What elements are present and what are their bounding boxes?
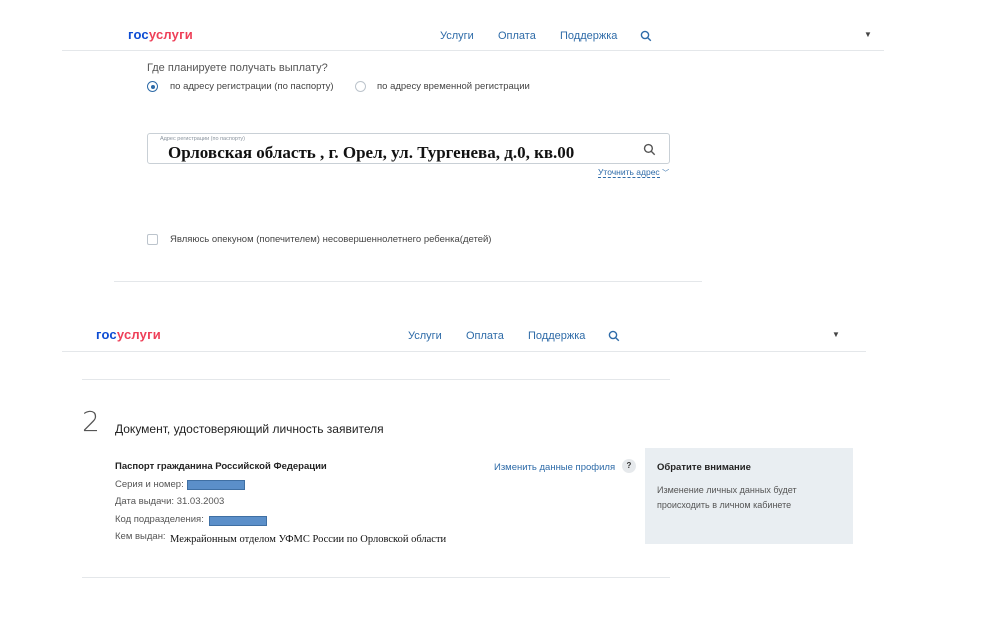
section-title: Документ, удостоверяющий личность заявит… — [115, 422, 384, 436]
notice-title: Обратите внимание — [657, 462, 751, 473]
issued-by-label: Кем выдан: — [115, 531, 166, 542]
gosuslugi-logo[interactable]: госуслуги — [96, 327, 161, 342]
nav-payment[interactable]: Оплата — [498, 30, 536, 42]
series-label: Серия и номер: — [115, 479, 184, 490]
issued-by-value: Межрайонным отделом УФМС России по Орлов… — [170, 534, 447, 545]
address-field[interactable]: Адрес регистрации (по паспорту) Орловска… — [147, 133, 670, 164]
radio-temporary-address[interactable]: по адресу временной регистрации — [355, 80, 555, 94]
division-code-label: Код подразделения: — [115, 514, 204, 525]
guardian-checkbox[interactable] — [147, 234, 158, 245]
logo-uslugi-part: услуги — [148, 27, 193, 42]
search-icon[interactable] — [643, 143, 656, 156]
nav-services[interactable]: Услуги — [440, 30, 474, 42]
redacted-division-code — [209, 516, 267, 526]
notice-text: Изменение личных данных будет происходит… — [657, 485, 797, 510]
notice-panel: Обратите внимание Изменение личных данны… — [645, 448, 853, 544]
radio-button[interactable] — [355, 81, 366, 92]
help-button[interactable]: ? — [622, 459, 636, 473]
document-type: Паспорт гражданина Российской Федерации — [115, 461, 327, 472]
address-field-label: Адрес регистрации (по паспорту) — [160, 136, 246, 142]
logo-uslugi-part: услуги — [116, 327, 161, 342]
issue-date-row: Дата выдачи: 31.03.2003 — [115, 496, 224, 507]
radio-label: по адресу временной регистрации — [377, 81, 530, 92]
header-divider — [62, 50, 884, 51]
gosuslugi-logo[interactable]: госуслуги — [128, 27, 193, 42]
nav-support[interactable]: Поддержка — [560, 30, 617, 42]
guardian-checkbox-row[interactable]: Являюсь опекуном (попечителем) несоверше… — [147, 233, 547, 247]
section-divider — [114, 281, 702, 282]
chevron-down-icon[interactable]: ▼ — [832, 330, 840, 339]
guardian-label: Являюсь опекуном (попечителем) несоверше… — [170, 234, 492, 245]
address-field-value[interactable]: Орловская область , г. Орел, ул. Тургене… — [168, 143, 574, 163]
section-divider — [82, 379, 670, 380]
nav-support[interactable]: Поддержка — [528, 330, 585, 342]
nav-services[interactable]: Услуги — [408, 330, 442, 342]
radio-registration-address[interactable]: по адресу регистрации (по паспорту) — [147, 80, 347, 94]
search-icon[interactable] — [608, 330, 620, 342]
logo-gos-part: гос — [96, 327, 117, 342]
refine-address-label: Уточнить адрес — [598, 167, 660, 178]
issue-date-value: 31.03.2003 — [176, 496, 225, 507]
chevron-down-icon[interactable]: ▼ — [864, 30, 872, 39]
nav-payment[interactable]: Оплата — [466, 330, 504, 342]
search-icon[interactable] — [640, 30, 652, 42]
edit-profile-link[interactable]: Изменить данные профиля — [494, 462, 615, 473]
refine-address-link[interactable]: Уточнить адрес ﹀ — [598, 167, 669, 178]
header-divider — [62, 351, 866, 352]
issue-date-label: Дата выдачи: — [115, 496, 175, 507]
step-number: 2 — [82, 405, 100, 438]
logo-gos-part: гос — [128, 27, 149, 42]
section-divider — [82, 577, 670, 578]
radio-label: по адресу регистрации (по паспорту) — [170, 81, 334, 92]
redacted-series-number — [187, 480, 245, 490]
payment-question: Где планируете получать выплату? — [147, 62, 328, 74]
radio-button-selected[interactable] — [147, 81, 158, 92]
chevron-down-icon: ﹀ — [662, 170, 670, 177]
